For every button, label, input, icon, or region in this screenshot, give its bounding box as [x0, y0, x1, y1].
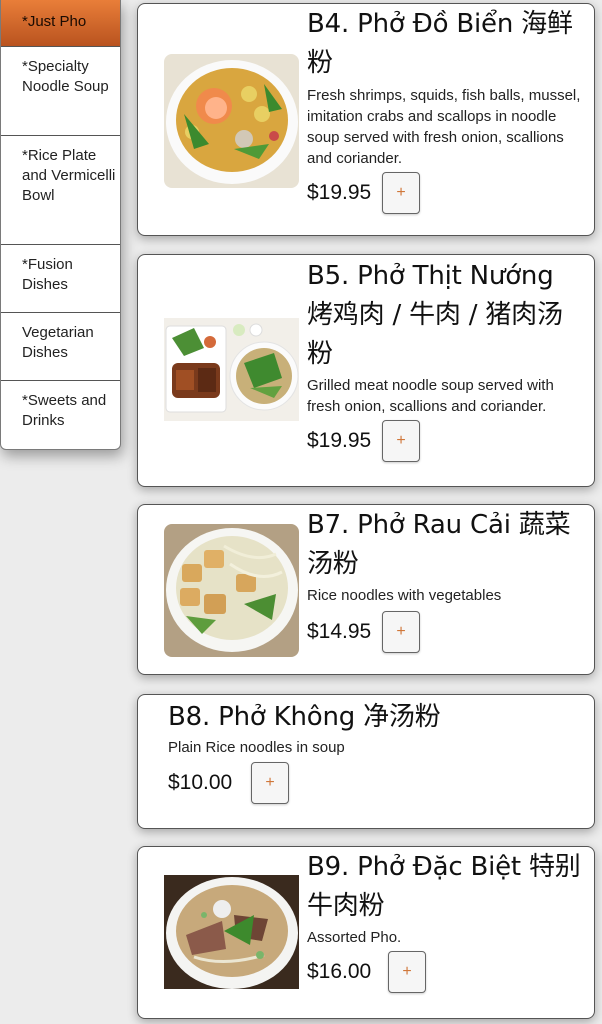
- menu-item-price: $19.95: [307, 429, 372, 452]
- menu-item-card-b8: B8. Phở Không 净汤粉 Plain Rice noodles in …: [137, 694, 595, 829]
- menu-item-card-b9: B9. Phở Đặc Biệt 特别牛肉粉 Assorted Pho. $16…: [137, 846, 595, 1019]
- menu-item-description: Fresh shrimps, squids, fish balls, musse…: [307, 87, 581, 167]
- menu-item-card-b5: B5. Phở Thịt Nướng 烤鸡肉 / 牛肉 / 猪肉汤粉 Grill…: [137, 254, 595, 487]
- menu-item-title: B9. Phở Đặc Biệt 特别牛肉粉: [307, 852, 581, 921]
- menu-item-description: Rice noodles with vegetables: [307, 587, 502, 604]
- menu-item-description: Grilled meat noodle soup served with fre…: [307, 377, 554, 415]
- sidebar-item-specialty-noodle-soup[interactable]: *Specialty Noodle Soup: [1, 47, 120, 136]
- menu-item-description: Assorted Pho.: [307, 929, 402, 946]
- seafood-pho-photo: [164, 54, 299, 188]
- menu-item-card-b7: B7. Phở Rau Cải 蔬菜汤粉 Rice noodles with v…: [137, 504, 595, 675]
- sidebar-item-just-pho[interactable]: *Just Pho: [1, 0, 120, 47]
- category-sidebar: *Just Pho *Specialty Noodle Soup *Rice P…: [0, 0, 121, 450]
- menu-item-card-b4: B4. Phở Đồ Biển 海鲜粉 Fresh shrimps, squid…: [137, 3, 595, 236]
- assorted-pho-photo: [164, 875, 299, 989]
- sidebar-item-fusion-dishes[interactable]: *Fusion Dishes: [1, 245, 120, 313]
- sidebar-item-vegetarian-dishes[interactable]: Vegetarian Dishes: [1, 313, 120, 381]
- menu-item-price: $16.00: [307, 960, 372, 983]
- add-to-cart-button[interactable]: +: [382, 172, 420, 214]
- menu-item-title: B5. Phở Thịt Nướng 烤鸡肉 / 牛肉 / 猪肉汤粉: [307, 261, 563, 369]
- add-to-cart-button[interactable]: +: [388, 951, 426, 993]
- add-to-cart-button[interactable]: +: [251, 762, 289, 804]
- menu-item-price: $14.95: [307, 620, 372, 643]
- menu-item-title: B4. Phở Đồ Biển 海鲜粉: [307, 9, 573, 78]
- grilled-meat-pho-photo: [164, 318, 299, 421]
- vegetable-pho-photo: [164, 524, 299, 657]
- add-to-cart-button[interactable]: +: [382, 420, 420, 462]
- sidebar-item-sweets-drinks[interactable]: *Sweets and Drinks: [1, 381, 120, 449]
- add-to-cart-button[interactable]: +: [382, 611, 420, 653]
- menu-item-price: $19.95: [307, 181, 372, 204]
- menu-item-title: B8. Phở Không 净汤粉: [168, 702, 441, 732]
- menu-item-price: $10.00: [168, 771, 233, 794]
- menu-item-description: Plain Rice noodles in soup: [168, 739, 345, 756]
- sidebar-item-rice-plate-vermicelli[interactable]: *Rice Plate and Vermicelli Bowl: [1, 136, 120, 245]
- menu-item-title: B7. Phở Rau Cải 蔬菜汤粉: [307, 510, 571, 579]
